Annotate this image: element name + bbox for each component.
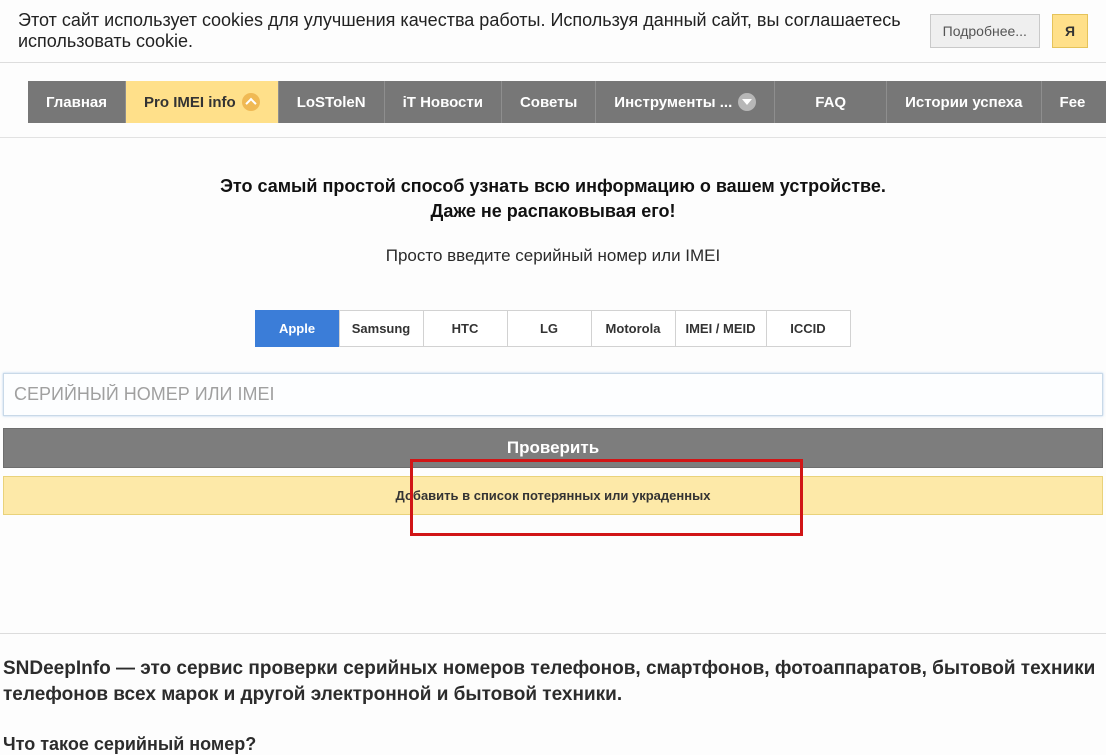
brand-tabs: Apple Samsung HTC LG Motorola IMEI / MEI… — [0, 310, 1106, 347]
hero-title-2: Даже не распаковывая его! — [10, 199, 1096, 224]
nav-feedback[interactable]: Fee — [1042, 81, 1104, 123]
tab-htc[interactable]: HTC — [423, 310, 508, 347]
chevron-down-icon — [738, 93, 756, 111]
tab-iccid[interactable]: ICCID — [766, 310, 851, 347]
cookie-accept-button[interactable]: Я — [1052, 14, 1088, 48]
nav-home[interactable]: Главная — [28, 81, 126, 123]
add-lost-stolen-button[interactable]: Добавить в список потерянных или украден… — [3, 476, 1103, 515]
nav-label: Pro IMEI info — [144, 94, 236, 111]
nav-pro-imei[interactable]: Pro IMEI info — [126, 81, 279, 123]
hero-title-1: Это самый простой способ узнать всю инфо… — [10, 174, 1096, 199]
tab-lg[interactable]: LG — [507, 310, 592, 347]
info-title: SNDeepInfo — это сервис проверки серийны… — [3, 656, 1103, 707]
tab-apple[interactable]: Apple — [255, 310, 340, 347]
nav-label: Инструменты ... — [614, 94, 732, 111]
nav-label: Главная — [46, 94, 107, 111]
nav-label: Fee — [1060, 94, 1086, 111]
serial-input[interactable] — [3, 373, 1103, 416]
check-button[interactable]: Проверить — [3, 428, 1103, 468]
info-section: SNDeepInfo — это сервис проверки серийны… — [0, 634, 1106, 754]
nav-tools[interactable]: Инструменты ... — [596, 81, 775, 123]
tab-samsung[interactable]: Samsung — [339, 310, 424, 347]
nav-tips[interactable]: Советы — [502, 81, 596, 123]
nav-label: FAQ — [815, 94, 846, 111]
input-wrap — [3, 373, 1103, 416]
cookie-text: Этот сайт использует cookies для улучшен… — [18, 10, 918, 52]
nav-lostolen[interactable]: LoSToleN — [279, 81, 385, 123]
nav-faq[interactable]: FAQ — [775, 81, 887, 123]
form-area: Проверить Добавить в список потерянных и… — [0, 373, 1106, 515]
cookie-bar: Этот сайт использует cookies для улучшен… — [0, 0, 1106, 63]
nav-success-stories[interactable]: Истории успеха — [887, 81, 1041, 123]
nav-wrap: Главная Pro IMEI info LoSToleN iT Новост… — [0, 63, 1106, 138]
external-link-icon — [242, 93, 260, 111]
tab-motorola[interactable]: Motorola — [591, 310, 676, 347]
info-subtitle: Что такое серийный номер? — [3, 734, 1103, 755]
hero: Это самый простой способ узнать всю инфо… — [0, 138, 1106, 286]
main-nav: Главная Pro IMEI info LoSToleN iT Новост… — [28, 81, 1106, 123]
nav-label: Советы — [520, 94, 577, 111]
hero-subtitle: Просто введите серийный номер или IMEI — [10, 246, 1096, 266]
nav-label: iT Новости — [403, 94, 483, 111]
nav-label: Истории успеха — [905, 94, 1022, 111]
nav-it-news[interactable]: iT Новости — [385, 81, 502, 123]
cookie-more-button[interactable]: Подробнее... — [930, 14, 1040, 48]
nav-label: LoSToleN — [297, 94, 366, 111]
tab-imei-meid[interactable]: IMEI / MEID — [675, 310, 767, 347]
